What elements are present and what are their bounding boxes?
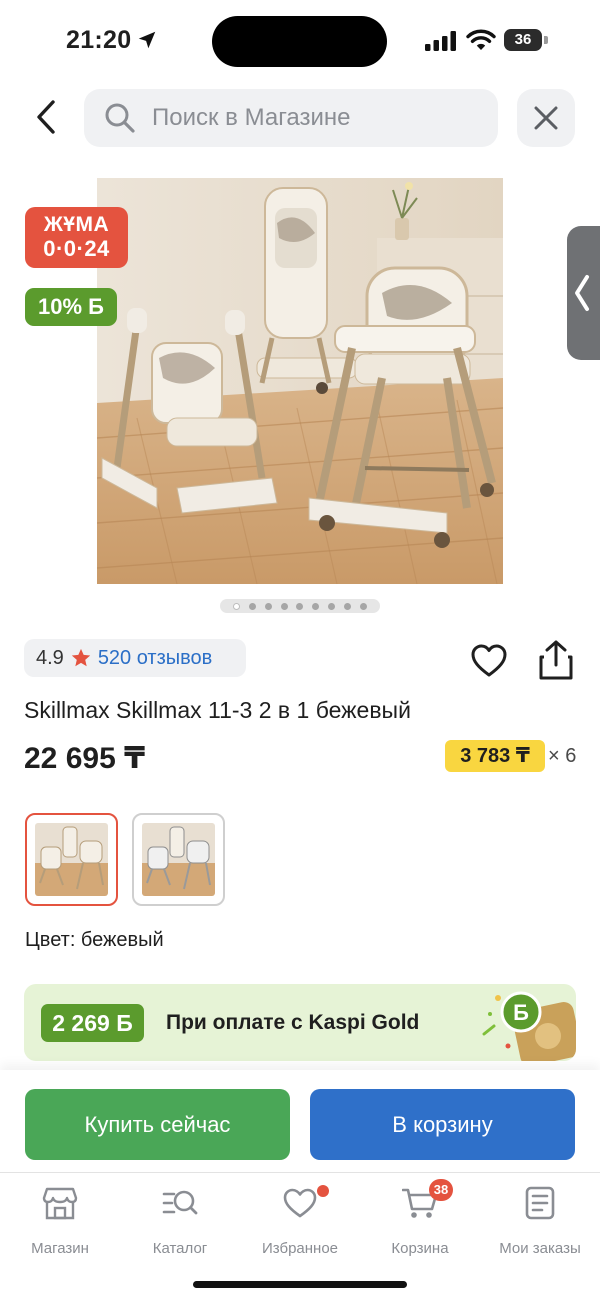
variant-image bbox=[142, 823, 215, 896]
tab-label: Избранное bbox=[261, 1240, 339, 1257]
search-box[interactable] bbox=[84, 89, 498, 147]
product-image[interactable] bbox=[97, 178, 503, 584]
pager-dot[interactable] bbox=[232, 602, 240, 610]
tab-label: Корзина bbox=[391, 1240, 449, 1257]
high-chair-photo bbox=[97, 178, 503, 584]
pager-dot[interactable] bbox=[360, 602, 368, 610]
buy-now-button[interactable]: Купить сейчас bbox=[25, 1089, 290, 1160]
chevron-left-icon bbox=[37, 100, 55, 134]
rating-chip[interactable]: 4.9 520 отзывов bbox=[24, 639, 246, 677]
share-button[interactable] bbox=[537, 639, 575, 681]
star-icon bbox=[71, 648, 90, 667]
back-button[interactable] bbox=[24, 92, 68, 142]
shop-icon bbox=[42, 1187, 78, 1220]
pager-dot[interactable] bbox=[264, 602, 272, 610]
product-price: 22 695 ₸ bbox=[24, 742, 145, 775]
tab-cart[interactable]: 38 Корзина bbox=[365, 1179, 475, 1263]
status-time: 21:20 bbox=[66, 26, 132, 54]
catalog-search-icon bbox=[162, 1190, 198, 1215]
wifi-icon bbox=[466, 29, 496, 50]
kaspi-gold-text: При оплате с Kaspi Gold bbox=[166, 1011, 420, 1034]
image-pager[interactable] bbox=[220, 599, 380, 613]
side-panel-tab[interactable] bbox=[567, 226, 600, 360]
installment-badge[interactable]: 3 783 ₸ bbox=[445, 740, 545, 772]
tab-label: Мои заказы bbox=[499, 1240, 581, 1257]
installment-months: × 6 bbox=[548, 745, 577, 767]
rating-value: 4.9 bbox=[36, 646, 64, 669]
battery-level: 36 bbox=[504, 29, 542, 51]
variant-thumbnail-2[interactable] bbox=[132, 813, 225, 906]
location-arrow-icon bbox=[138, 31, 156, 49]
pager-dot[interactable] bbox=[296, 602, 304, 610]
tab-favorites[interactable]: Избранное bbox=[245, 1183, 355, 1263]
tab-label: Магазин bbox=[31, 1240, 89, 1257]
chevron-left-icon bbox=[575, 275, 589, 311]
add-to-cart-button[interactable]: В корзину bbox=[310, 1089, 575, 1160]
close-icon bbox=[534, 106, 558, 130]
tab-label: Каталог bbox=[152, 1240, 208, 1257]
variant-image bbox=[35, 823, 108, 896]
pager-dot[interactable] bbox=[248, 602, 256, 610]
search-input[interactable] bbox=[152, 89, 482, 147]
home-indicator bbox=[193, 1281, 407, 1288]
battery-cap bbox=[544, 36, 548, 44]
promo-badge-line2: 0·0·24 bbox=[43, 236, 110, 261]
bonus-badge: 10% Б bbox=[25, 288, 117, 326]
tab-catalog[interactable]: Каталог bbox=[125, 1183, 235, 1263]
dynamic-island bbox=[212, 16, 387, 67]
product-title: Skillmax Skillmax 11-3 2 в 1 бежевый bbox=[24, 697, 411, 723]
color-label: Цвет: бежевый bbox=[25, 929, 164, 951]
favorite-button[interactable] bbox=[470, 642, 508, 680]
close-search-button[interactable] bbox=[517, 89, 575, 147]
favorites-notification-dot bbox=[317, 1185, 329, 1197]
kaspi-gold-card-icon: Б bbox=[482, 991, 576, 1061]
kaspi-gold-bonus-amount: 2 269 Б bbox=[41, 1004, 144, 1042]
cart-count-badge: 38 bbox=[429, 1179, 453, 1201]
pager-dot[interactable] bbox=[312, 602, 320, 610]
heart-icon bbox=[283, 1188, 317, 1218]
variant-thumbnail-1[interactable] bbox=[25, 813, 118, 906]
cellular-signal-icon bbox=[425, 31, 456, 51]
promo-badge-line1: ЖҰМА bbox=[43, 213, 110, 236]
search-icon bbox=[105, 103, 135, 133]
kaspi-gold-banner[interactable]: 2 269 Б При оплате с Kaspi Gold Б bbox=[24, 984, 576, 1061]
pager-dot[interactable] bbox=[328, 602, 336, 610]
reviews-link[interactable]: 520 отзывов bbox=[98, 647, 212, 670]
pager-dot[interactable] bbox=[280, 602, 288, 610]
promo-badge: ЖҰМА 0·0·24 bbox=[25, 207, 128, 268]
status-bar: 21:20 36 bbox=[0, 0, 600, 80]
tab-my-orders[interactable]: Мои заказы bbox=[485, 1183, 595, 1263]
svg-text:Б: Б bbox=[513, 1000, 529, 1025]
orders-icon bbox=[525, 1186, 555, 1220]
tab-shop[interactable]: Магазин bbox=[5, 1183, 115, 1263]
battery-indicator: 36 bbox=[504, 29, 548, 51]
pager-dot[interactable] bbox=[344, 602, 352, 610]
share-icon bbox=[539, 640, 573, 680]
heart-icon bbox=[471, 644, 507, 677]
